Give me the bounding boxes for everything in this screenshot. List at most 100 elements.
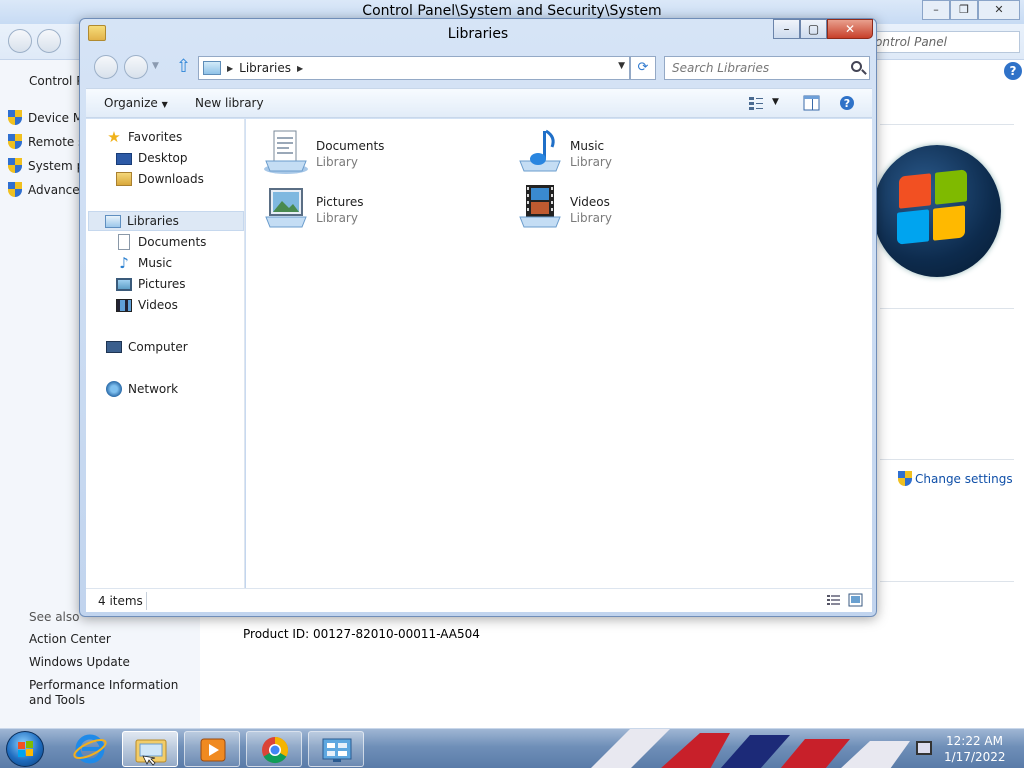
clock-time[interactable]: 12:22 AM [946,734,1003,748]
control-panel-search-input[interactable]: ontrol Panel [870,31,1020,53]
breadcrumb-chevron-icon[interactable]: ▶ [227,64,233,73]
library-type: Library [570,155,612,169]
refresh-icon[interactable]: ⟳ [630,56,656,80]
document-icon [118,234,130,250]
wallpaper-art [590,729,910,768]
uac-shield-icon [898,471,912,486]
logo-flag-blue [897,209,929,245]
windows-logo [873,145,1001,277]
library-tile-documents[interactable]: Documents Library [262,125,502,177]
change-settings-link[interactable]: Change settings [898,471,1013,486]
libraries-icon [105,214,121,228]
minimize-button[interactable]: – [922,0,950,20]
library-tile-pictures[interactable]: Pictures Library [262,181,502,233]
sidebar-link-remote-settings[interactable]: Remote s [8,134,84,149]
forward-button[interactable] [124,55,148,79]
breadcrumb-chevron-icon[interactable]: ▶ [297,64,303,73]
library-tile-videos[interactable]: Videos Library [516,181,756,233]
taskbar: 12:22 AM 1/17/2022 [0,728,1024,768]
command-toolbar: Organize ▼ New library ▼ ? [86,88,872,118]
back-button[interactable] [8,29,32,53]
see-also-action-center[interactable]: Action Center [29,632,194,647]
new-library-button[interactable]: New library [195,96,264,110]
film-strip-icon [116,298,132,312]
sidebar-link-advanced-settings[interactable]: Advanced [8,182,87,197]
taskbar-internet-explorer[interactable] [62,731,118,767]
address-dropdown-icon[interactable]: ▼ [618,61,625,71]
internet-explorer-icon [73,734,107,764]
large-icons-view-icon[interactable] [848,593,863,610]
navigation-pane: ★ Favorites Desktop Downloads Libraries D… [86,119,245,588]
nav-music[interactable]: ♪ Music [116,253,172,273]
star-icon: ★ [107,128,121,146]
library-type: Library [316,155,358,169]
pictures-icon [116,277,132,291]
taskbar-chrome[interactable] [246,731,302,767]
media-player-icon [200,738,226,762]
view-options-chevron-icon[interactable]: ▼ [772,97,779,107]
sidebar-link-device-manager[interactable]: Device M [8,110,83,125]
product-id-text: Product ID: 00127-82010-00011-AA504 [243,627,480,641]
documents-library-icon [264,130,308,174]
network-icon [106,381,122,397]
music-note-icon: ♪ [119,254,129,272]
address-bar[interactable]: ▶ Libraries ▶ ▼ [198,56,630,80]
computer-icon [106,341,122,353]
item-count: 4 items [98,594,143,608]
pictures-library-icon [265,188,307,228]
back-button[interactable] [94,55,118,79]
section-divider [880,459,1014,460]
change-view-icon[interactable] [748,95,764,114]
status-bar: 4 items [86,588,872,612]
nav-documents[interactable]: Documents [116,232,206,252]
restore-button[interactable]: ❐ [950,0,978,20]
libraries-search-input[interactable]: Search Libraries [664,56,870,80]
nav-network[interactable]: Network [106,379,178,399]
library-name: Documents [316,139,385,153]
close-button[interactable]: ✕ [978,0,1020,20]
nav-desktop[interactable]: Desktop [116,148,188,168]
control-panel-title: Control Panel\System and Security\System [362,3,662,19]
details-view-icon[interactable] [826,593,841,610]
forward-button[interactable] [37,29,61,53]
see-also-windows-update[interactable]: Windows Update [29,655,194,670]
nav-computer[interactable]: Computer [106,337,188,357]
clock-date[interactable]: 1/17/2022 [944,750,1006,764]
nav-favorites[interactable]: ★ Favorites [106,127,182,147]
library-type: Library [316,211,358,225]
control-panel-home-link[interactable]: Control P [29,74,83,88]
breadcrumb-libraries[interactable]: Libraries [239,61,291,75]
library-name: Videos [570,195,610,209]
chevron-down-icon: ▼ [161,100,168,109]
taskbar-windows-explorer[interactable] [122,731,178,767]
library-tile-music[interactable]: Music Library [516,125,756,177]
nav-pictures[interactable]: Pictures [116,274,186,294]
nav-videos[interactable]: Videos [116,295,178,315]
section-divider [880,124,1014,125]
organize-button[interactable]: Organize ▼ [104,96,168,110]
section-divider [880,581,1014,582]
sidebar-link-system-protection[interactable]: System p [8,158,84,173]
help-icon[interactable]: ? [839,95,855,114]
nav-downloads[interactable]: Downloads [116,169,204,189]
minimize-button[interactable]: – [773,19,800,39]
see-also-performance-info[interactable]: Performance Information and Tools [29,678,194,708]
start-button[interactable] [6,731,44,767]
taskbar-media-player[interactable] [184,731,240,767]
recent-pages-chevron-icon[interactable]: ▼ [152,61,159,71]
uac-shield-icon [8,110,22,125]
help-icon[interactable]: ? [1004,62,1022,80]
search-icon[interactable] [851,61,862,72]
logo-flag-green [935,169,967,205]
svg-text:?: ? [844,97,850,110]
up-arrow-icon[interactable]: ⇧ [176,56,191,78]
close-button[interactable]: ✕ [827,19,873,39]
network-tray-icon[interactable] [916,741,932,755]
taskbar-control-panel[interactable] [308,731,364,767]
see-also-heading: See also [29,610,80,624]
windows-explorer-icon [135,739,167,766]
preview-pane-icon[interactable] [803,95,820,114]
nav-libraries[interactable]: Libraries [88,211,244,231]
chrome-icon [262,736,289,764]
maximize-button[interactable]: ▢ [800,19,827,39]
